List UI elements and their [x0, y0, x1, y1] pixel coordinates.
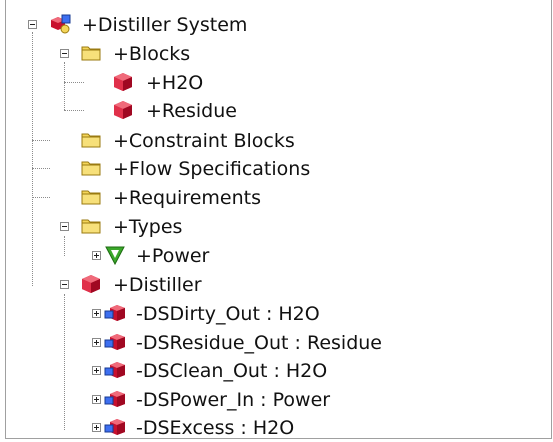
tree-node-residue[interactable]: +Residue: [112, 96, 237, 125]
expand-toggle[interactable]: [92, 395, 101, 404]
expand-toggle[interactable]: [92, 251, 101, 260]
node-label: -DSDirty_Out : H2O: [136, 302, 320, 325]
tree-node-constraint-blocks[interactable]: +Constraint Blocks: [80, 126, 295, 155]
node-label: +Power: [136, 244, 210, 267]
block-icon: [112, 71, 134, 93]
node-label: +Distiller: [113, 273, 202, 296]
tree-guide-line: [32, 197, 50, 198]
tree-node-dspower-in[interactable]: -DSPower_In : Power: [92, 385, 330, 414]
expand-toggle[interactable]: [92, 338, 101, 347]
tree-node-power[interactable]: +Power: [92, 241, 209, 270]
tree-guide-line: [32, 140, 50, 141]
node-label: +Distiller System: [82, 13, 248, 36]
tree-guide-line: [64, 294, 65, 430]
tree-node-types[interactable]: +Types: [60, 212, 182, 241]
tree-guide-line: [64, 62, 65, 110]
collapse-toggle[interactable]: [60, 222, 69, 231]
node-label: +Types: [113, 215, 183, 238]
tree-node-h2o[interactable]: +H2O: [112, 68, 203, 97]
tree-guide-line: [32, 32, 33, 286]
tree-node-flow-specifications[interactable]: +Flow Specifications: [80, 154, 310, 183]
expand-toggle[interactable]: [92, 366, 101, 375]
node-label: -DSPower_In : Power: [136, 388, 331, 411]
collapse-toggle[interactable]: [60, 280, 69, 289]
folder-icon: [80, 215, 102, 237]
block-icon: [80, 273, 102, 295]
system-icon: [50, 13, 72, 35]
tree-node-dsclean-out[interactable]: -DSClean_Out : H2O: [92, 356, 327, 385]
node-label: +Requirements: [113, 186, 262, 209]
tree-guide-line: [32, 168, 50, 169]
folder-icon: [80, 157, 102, 179]
tree-node-dsresidue-out[interactable]: -DSResidue_Out : Residue: [92, 328, 382, 357]
node-label: +Residue: [146, 99, 237, 122]
port-icon: [104, 416, 126, 438]
port-icon: [104, 388, 126, 410]
node-label: -DSExcess : H2O: [136, 416, 295, 439]
expand-toggle[interactable]: [92, 309, 101, 318]
collapse-toggle[interactable]: [60, 49, 69, 58]
tree-node-dsdirty-out[interactable]: -DSDirty_Out : H2O: [92, 299, 320, 328]
tree-guide-line: [64, 110, 84, 111]
folder-icon: [80, 129, 102, 151]
tree-node-blocks[interactable]: +Blocks: [60, 39, 190, 68]
folder-icon: [80, 186, 102, 208]
tree-node-distiller[interactable]: +Distiller: [60, 270, 202, 299]
node-label: +Blocks: [113, 42, 191, 65]
expand-toggle[interactable]: [92, 423, 101, 432]
tree-node-distiller-system[interactable]: +Distiller System: [28, 10, 247, 39]
folder-icon: [80, 42, 102, 64]
node-label: +H2O: [146, 71, 204, 94]
port-icon: [104, 302, 126, 324]
port-icon: [104, 359, 126, 381]
node-label: +Flow Specifications: [113, 157, 311, 180]
node-label: -DSResidue_Out : Residue: [136, 331, 382, 354]
tree-node-requirements[interactable]: +Requirements: [80, 183, 261, 212]
block-icon: [112, 99, 134, 121]
node-label: -DSClean_Out : H2O: [136, 359, 328, 382]
value-type-icon: [104, 244, 126, 266]
port-icon: [104, 331, 126, 353]
node-label: +Constraint Blocks: [113, 129, 295, 152]
collapse-toggle[interactable]: [28, 20, 37, 29]
tree-guide-line: [64, 82, 84, 83]
tree-node-dsexcess[interactable]: -DSExcess : H2O: [92, 413, 294, 442]
